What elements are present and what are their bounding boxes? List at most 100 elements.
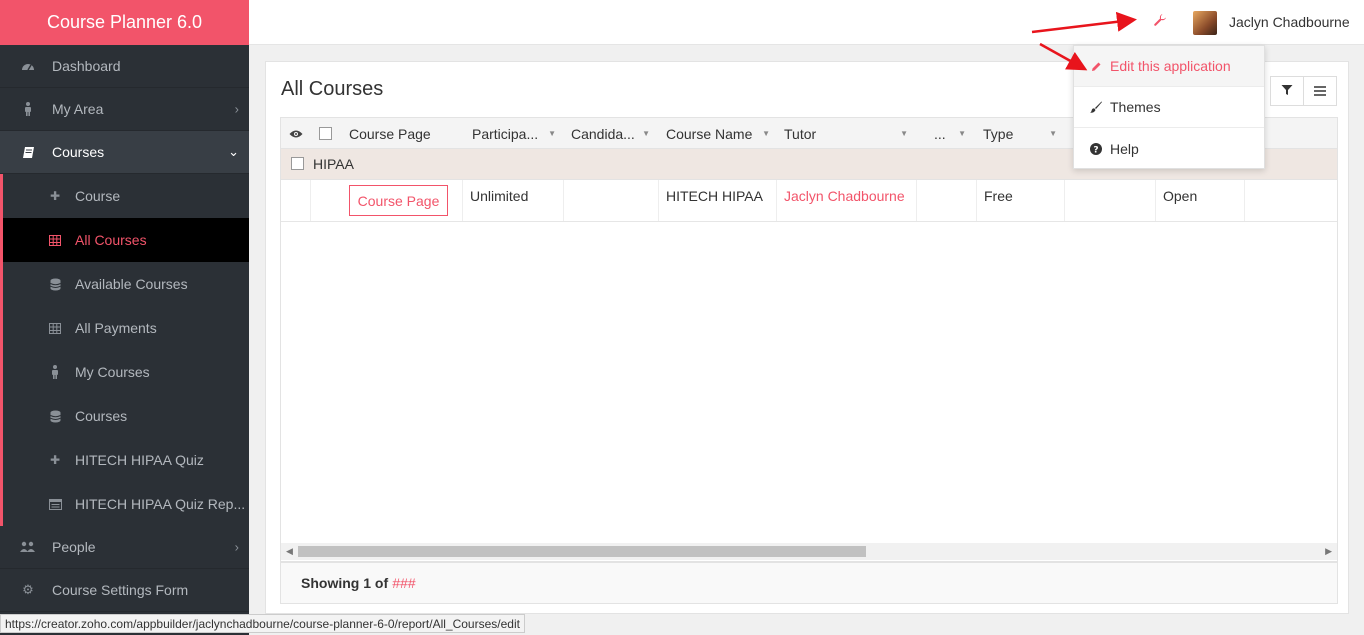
group-label: HIPAA: [313, 156, 354, 172]
menu-icon: [1314, 83, 1326, 99]
menu-item-edit-application[interactable]: Edit this application: [1074, 46, 1264, 87]
sidebar-item-label: Available Courses: [75, 276, 188, 292]
table-icon: [48, 321, 62, 335]
avatar[interactable]: [1193, 11, 1217, 35]
sidebar-item-courses[interactable]: Courses ⌄: [0, 131, 249, 174]
group-checkbox[interactable]: [291, 157, 304, 170]
pencil-icon: [1089, 61, 1103, 72]
table-icon: [48, 233, 62, 247]
chevron-right-icon: ›: [234, 101, 239, 117]
footer-label: Showing 1 of: [301, 575, 389, 591]
eye-icon[interactable]: [289, 118, 303, 149]
app-title[interactable]: Course Planner 6.0: [0, 0, 249, 45]
sidebar-item-people[interactable]: People ›: [0, 526, 249, 569]
menu-item-label: Help: [1110, 140, 1139, 157]
sidebar-item-my-courses[interactable]: My Courses: [3, 350, 249, 394]
report-grid: Course Page Participa... ▼ Candida... ▼ Co…: [280, 117, 1338, 562]
sidebar-item-course-settings-form[interactable]: ⚙ Course Settings Form: [0, 569, 249, 612]
filter-button[interactable]: [1270, 76, 1304, 106]
sidebar-item-label: All Courses: [75, 232, 147, 248]
column-label: Tutor: [784, 125, 817, 142]
question-icon: ?: [1089, 142, 1103, 155]
cell-tutor: Jaclyn Chadbourne: [777, 180, 917, 221]
column-header-course-name[interactable]: Course Name ▼: [666, 118, 776, 149]
sidebar-item-all-courses[interactable]: All Courses: [3, 218, 249, 262]
dashboard-icon: [20, 58, 36, 74]
column-label: Course Name: [666, 125, 753, 142]
sidebar-item-label: All Payments: [75, 320, 157, 336]
column-header-candidates[interactable]: Candida... ▼: [571, 118, 656, 149]
book-icon: [20, 144, 36, 160]
wrench-icon[interactable]: [1153, 13, 1167, 32]
column-header-hidden[interactable]: ... ▼: [934, 118, 972, 149]
page-title: All Courses: [281, 78, 384, 100]
course-page-button[interactable]: Course Page: [349, 185, 448, 216]
sidebar-item-label: HITECH HIPAA Quiz: [75, 452, 204, 468]
sidebar-item-label: My Area: [52, 101, 104, 117]
caret-down-icon: ▼: [900, 129, 908, 138]
cell-type: Free: [977, 180, 1065, 221]
record-count[interactable]: ###: [392, 575, 415, 591]
sidebar-item-available-courses[interactable]: Available Courses: [3, 262, 249, 306]
menu-item-themes[interactable]: Themes: [1074, 87, 1264, 128]
cell-status: Open: [1156, 180, 1245, 221]
column-label: ...: [934, 125, 946, 142]
settings-dropdown-menu: Edit this application Themes ? Help: [1073, 45, 1265, 169]
scrollbar-thumb[interactable]: [298, 546, 866, 557]
row-cell: [281, 180, 311, 221]
database-icon: [48, 409, 62, 423]
browser-status-url: https://creator.zoho.com/appbuilder/jacl…: [0, 614, 525, 633]
column-label: Type: [983, 125, 1014, 142]
sidebar-item-label: Course: [75, 188, 121, 204]
column-header-tutor[interactable]: Tutor ▼: [784, 118, 914, 149]
sidebar-item-label: Course Settings Form: [52, 582, 189, 598]
database-icon: [48, 277, 62, 291]
person-icon: [20, 101, 36, 117]
top-bar: Jaclyn Chadbourne: [249, 0, 1364, 45]
sidebar-item-label: People: [52, 539, 96, 555]
courses-submenu: ✚ Course All Courses Available Courses A…: [0, 174, 249, 526]
column-header-type[interactable]: Type ▼: [983, 118, 1063, 149]
cell-empty: [1065, 180, 1156, 221]
caret-down-icon: ▼: [1049, 129, 1057, 138]
sidebar-item-my-area[interactable]: My Area ›: [0, 88, 249, 131]
cell-candidates: [564, 180, 659, 221]
user-name[interactable]: Jaclyn Chadbourne: [1229, 14, 1350, 30]
column-header-participants[interactable]: Participa... ▼: [472, 118, 562, 149]
caret-down-icon: ▼: [642, 129, 650, 138]
sidebar-item-course[interactable]: ✚ Course: [3, 174, 249, 218]
scroll-left-icon[interactable]: ◀: [286, 546, 293, 557]
sidebar-item-hitech-hipaa-quiz[interactable]: ✚ HITECH HIPAA Quiz: [3, 438, 249, 482]
sidebar-item-label: HITECH HIPAA Quiz Rep...: [75, 496, 246, 512]
scroll-right-icon[interactable]: ▶: [1325, 546, 1332, 557]
tutor-link[interactable]: Jaclyn Chadbourne: [784, 188, 905, 204]
users-icon: [20, 539, 36, 555]
caret-down-icon: ▼: [958, 129, 966, 138]
more-options-button[interactable]: [1303, 76, 1337, 106]
menu-item-label: Edit this application: [1110, 58, 1231, 74]
sidebar-item-all-payments[interactable]: All Payments: [3, 306, 249, 350]
report-icon: [48, 497, 62, 511]
cell-course-page: Course Page: [311, 180, 463, 221]
plus-icon: ✚: [49, 189, 61, 203]
caret-down-icon: ▼: [762, 129, 770, 138]
table-row[interactable]: Course Page Unlimited HITECH HIPAA Jacly…: [281, 180, 1337, 222]
sidebar-item-label: My Courses: [75, 364, 150, 380]
column-label: Participa...: [472, 125, 539, 142]
svg-text:?: ?: [1093, 145, 1098, 155]
select-all-checkbox[interactable]: [319, 118, 332, 149]
filter-icon: [1281, 83, 1293, 99]
sidebar-item-label: Courses: [52, 144, 105, 160]
menu-item-help[interactable]: ? Help: [1074, 128, 1264, 169]
column-header-course-page[interactable]: Course Page: [349, 118, 461, 149]
sidebar-item-dashboard[interactable]: Dashboard: [0, 45, 249, 88]
cell-hidden: [917, 180, 977, 221]
sidebar: Course Planner 6.0 Dashboard My Area › C…: [0, 0, 249, 635]
sidebar-item-hitech-hipaa-quiz-report[interactable]: HITECH HIPAA Quiz Rep...: [3, 482, 249, 526]
column-label: Candida...: [571, 125, 635, 142]
horizontal-scrollbar[interactable]: ◀ ▶: [281, 543, 1337, 560]
sidebar-item-courses-report[interactable]: Courses: [3, 394, 249, 438]
column-label: Course Page: [349, 125, 431, 142]
chevron-down-icon: ⌄: [228, 144, 239, 159]
plus-icon: ✚: [49, 453, 61, 467]
